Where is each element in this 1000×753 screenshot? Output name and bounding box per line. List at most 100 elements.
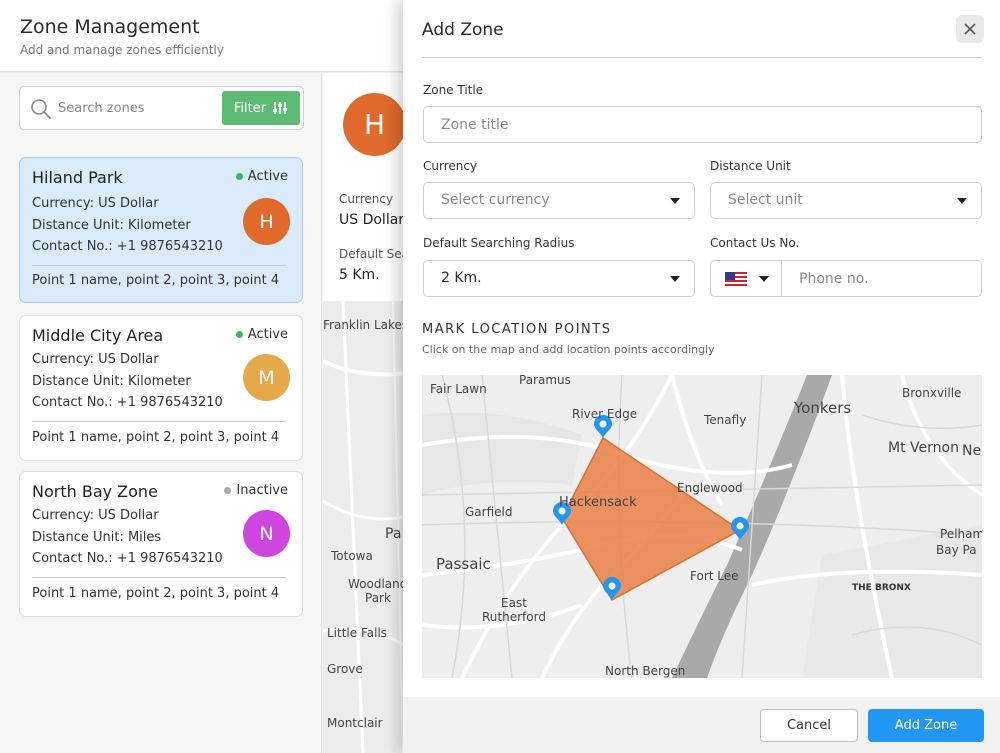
status-badge: Inactive	[224, 483, 288, 498]
currency-label: Currency	[423, 159, 478, 173]
map-label: River Edge	[572, 407, 638, 421]
detail-radius-value: 5 Km.	[339, 267, 380, 283]
currency-select[interactable]: Select currency	[423, 182, 695, 219]
phone-field	[710, 260, 982, 297]
map-label: Mt Vernon	[888, 440, 959, 456]
zone-contact: Contact No.: +1 9876543210	[32, 551, 223, 566]
sliders-icon	[273, 102, 288, 114]
map-label: North Bergen	[605, 664, 686, 678]
currency-select-placeholder: Select currency	[441, 192, 550, 208]
map-label: Pa	[385, 526, 402, 542]
cancel-button[interactable]: Cancel	[760, 709, 858, 742]
map-label: Bronxville	[902, 386, 962, 400]
zone-title-input[interactable]	[423, 106, 982, 143]
divider	[32, 265, 286, 266]
zone-sidebar: Filter Hiland Park Active Currency: US D…	[0, 73, 322, 753]
status-dot	[235, 331, 243, 338]
caret-down-icon	[670, 276, 680, 282]
us-flag-icon	[725, 272, 747, 286]
zone-currency: Currency: US Dollar	[32, 196, 159, 211]
caret-down-icon	[957, 198, 967, 204]
zone-contact: Contact No.: +1 9876543210	[32, 395, 223, 410]
map-label: Fair Lawn	[430, 382, 487, 396]
zone-name: Middle City Area	[32, 326, 164, 345]
drawer-footer: Cancel Add Zone	[403, 697, 1000, 753]
zone-name: North Bay Zone	[32, 482, 158, 501]
status-dot	[224, 487, 232, 494]
search-bar: Filter	[19, 86, 304, 130]
add-zone-button[interactable]: Add Zone	[868, 709, 984, 742]
status-dot	[235, 173, 243, 180]
zone-distance-unit: Distance Unit: Kilometer	[32, 374, 191, 389]
zone-contact: Contact No.: +1 9876543210	[32, 239, 223, 254]
divider	[32, 577, 286, 578]
map-label: Franklin Lakes	[323, 318, 409, 332]
status-text: Active	[247, 327, 288, 342]
avatar: M	[243, 354, 290, 401]
zone-currency: Currency: US Dollar	[32, 352, 159, 367]
map-label: Fort Lee	[690, 569, 739, 583]
map-label: Little Falls	[327, 626, 388, 640]
zone-currency: Currency: US Dollar	[32, 508, 159, 523]
map-label: Hackensack	[559, 495, 637, 510]
divider	[32, 421, 286, 422]
map-label: Rutherford	[482, 610, 546, 624]
status-badge: Active	[235, 169, 288, 184]
map-label: Park	[365, 591, 391, 605]
map-label: Pelham	[940, 527, 982, 541]
map-label: Montclair	[327, 716, 383, 730]
map-label: Tenafly	[704, 413, 747, 427]
drawer-title: Add Zone	[422, 20, 504, 40]
detail-radius-label: Default Sea	[339, 247, 410, 261]
map-label: Passaic	[436, 555, 491, 573]
distance-unit-select[interactable]: Select unit	[710, 182, 982, 219]
status-text: Inactive	[236, 483, 288, 498]
avatar: N	[243, 510, 290, 557]
close-button[interactable]	[956, 15, 984, 43]
map-label: Totowa	[331, 549, 373, 563]
map-label: Yonkers	[794, 399, 852, 417]
add-zone-drawer: Add Zone Zone Title Currency Select curr…	[403, 0, 1000, 753]
distance-unit-label: Distance Unit	[710, 159, 791, 173]
close-icon	[964, 23, 976, 35]
radius-label: Default Searching Radius	[423, 236, 575, 250]
zone-points: Point 1 name, point 2, point 3, point 4	[32, 430, 280, 445]
avatar: H	[243, 198, 290, 245]
map-canvas	[422, 375, 982, 678]
zone-card-hiland-park[interactable]: Hiland Park Active Currency: US Dollar D…	[19, 157, 303, 303]
filter-label: Filter	[233, 100, 267, 116]
page-title: Zone Management	[20, 16, 200, 38]
page-subtitle: Add and manage zones efficiently	[20, 43, 224, 57]
status-badge: Active	[235, 327, 288, 342]
map-label: Ne	[962, 443, 982, 459]
zone-points: Point 1 name, point 2, point 3, point 4	[32, 586, 280, 601]
map-label: Garfield	[465, 505, 513, 519]
map-label: THE BRONX	[852, 583, 911, 593]
map-label: East	[501, 596, 527, 610]
map-label: Bay Pa	[936, 543, 977, 557]
section-subtitle: Click on the map and add location points…	[422, 343, 715, 356]
map-label: Grove	[327, 662, 363, 676]
status-text: Active	[247, 169, 288, 184]
distance-unit-select-placeholder: Select unit	[728, 192, 803, 208]
zone-distance-unit: Distance Unit: Kilometer	[32, 218, 191, 233]
location-map[interactable]: Fair Lawn Paramus River Edge Yonkers Bro…	[422, 375, 982, 678]
zone-card-north-bay-zone[interactable]: North Bay Zone Inactive Currency: US Dol…	[19, 471, 303, 617]
zone-card-middle-city-area[interactable]: Middle City Area Active Currency: US Dol…	[19, 315, 303, 461]
zone-distance-unit: Distance Unit: Miles	[32, 530, 162, 545]
section-title: MARK LOCATION POINTS	[422, 322, 612, 337]
detail-currency-value: US Dollar	[339, 212, 405, 228]
caret-down-icon	[670, 198, 680, 204]
zone-title-label: Zone Title	[423, 83, 484, 97]
detail-currency-label: Currency	[339, 192, 394, 206]
detail-avatar: H	[343, 93, 406, 156]
radius-select[interactable]: 2 Km.	[423, 260, 695, 297]
phone-input[interactable]	[783, 261, 979, 296]
country-code-select[interactable]	[711, 261, 782, 296]
radius-select-value: 2 Km.	[441, 270, 482, 286]
caret-down-icon	[759, 276, 769, 282]
filter-button[interactable]: Filter	[222, 91, 300, 125]
zone-name: Hiland Park	[32, 168, 123, 187]
zone-points: Point 1 name, point 2, point 3, point 4	[32, 273, 280, 288]
search-input[interactable]	[58, 95, 218, 121]
